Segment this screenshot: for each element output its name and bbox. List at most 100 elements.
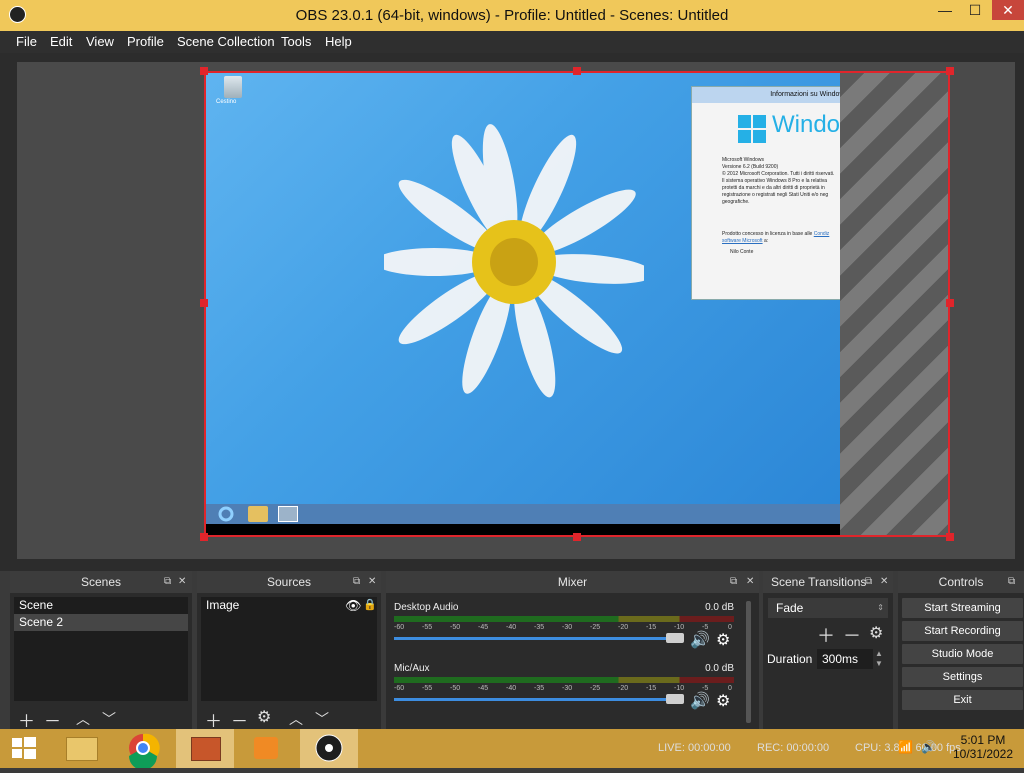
minimize-button[interactable]: —	[930, 0, 960, 20]
chrome-icon	[129, 733, 160, 770]
volume-slider-knob[interactable]	[666, 694, 684, 704]
scenes-panel: Scenes ⧉ ✕ Scene Scene 2 ＋ － ︿ ﹀	[10, 571, 192, 731]
meter-tick: -55	[422, 624, 433, 631]
studio-mode-button[interactable]: Studio Mode	[902, 644, 1023, 664]
panel-close-icon[interactable]: ✕	[880, 571, 888, 593]
folder-icon	[66, 737, 98, 761]
speaker-icon[interactable]: 🔊	[690, 691, 710, 711]
source-item[interactable]: Image 👁 🔒	[201, 597, 377, 614]
obs-icon	[315, 734, 343, 762]
title-bar: OBS 23.0.1 (64-bit, windows) - Profile: …	[0, 0, 1024, 31]
scene-item[interactable]: Scene	[14, 597, 188, 614]
mixer-scrollbar[interactable]	[746, 601, 751, 723]
speaker-icon[interactable]: 🔊	[690, 630, 710, 650]
undock-icon[interactable]: ⧉	[353, 571, 360, 593]
menu-help[interactable]: Help	[325, 34, 352, 49]
visibility-eye-icon[interactable]: 👁	[345, 597, 362, 614]
sources-panel: Sources ⧉ ✕ Image 👁 🔒 ＋ － ⚙ ︿ ﹀	[197, 571, 381, 731]
meter-tick: -10	[674, 624, 685, 631]
settings-button[interactable]: Settings	[902, 667, 1023, 687]
taskbar-obs[interactable]	[300, 729, 358, 768]
audio-settings-gear-icon[interactable]: ⚙	[716, 630, 730, 650]
duration-input[interactable]: 300ms	[817, 649, 873, 669]
move-up-icon[interactable]: ︿	[289, 709, 303, 729]
start-streaming-button[interactable]: Start Streaming	[902, 598, 1023, 618]
meter-tick: -50	[450, 685, 461, 692]
add-transition-icon[interactable]: ＋	[817, 622, 835, 648]
play-icon	[254, 737, 278, 759]
taskbar-media-app[interactable]	[176, 729, 234, 768]
clock-time: 5:01 PM	[960, 733, 1006, 747]
remove-transition-icon[interactable]: －	[843, 622, 861, 648]
lock-icon[interactable]: 🔒	[363, 597, 377, 614]
mixer-panel: Mixer ⧉ ✕ Desktop Audio 0.0 dB -60 -55 -…	[386, 571, 759, 729]
start-recording-button[interactable]: Start Recording	[902, 621, 1023, 641]
volume-tray-icon[interactable]: 🔊	[921, 740, 936, 754]
meter-tick: -20	[618, 685, 629, 692]
scenes-list: Scene Scene 2	[14, 597, 188, 701]
taskbar-player[interactable]	[238, 729, 296, 768]
system-clock[interactable]: 5:01 PM 10/31/2022	[950, 733, 1016, 761]
meter-tick: -60	[394, 624, 405, 631]
menu-tools[interactable]: Tools	[281, 34, 311, 49]
volume-slider-knob[interactable]	[666, 633, 684, 643]
resize-handle-left[interactable]	[200, 299, 208, 307]
resize-handle-bottom[interactable]	[573, 533, 581, 541]
volume-slider[interactable]	[394, 633, 684, 643]
meter-tick: -55	[422, 685, 433, 692]
menu-file[interactable]: File	[16, 34, 37, 49]
duration-stepper-icon[interactable]: ▲ ▼	[875, 649, 883, 669]
resize-handle-top-left[interactable]	[200, 67, 208, 75]
undock-icon[interactable]: ⧉	[865, 571, 872, 593]
resize-handle-right[interactable]	[946, 299, 954, 307]
start-button[interactable]	[0, 729, 48, 768]
exit-button[interactable]: Exit	[902, 690, 1023, 710]
source-selection-frame[interactable]	[204, 71, 950, 537]
menu-profile[interactable]: Profile	[127, 34, 164, 49]
move-up-icon[interactable]: ︿	[76, 709, 90, 729]
panel-close-icon[interactable]: ✕	[178, 571, 186, 593]
clock-date: 10/31/2022	[952, 747, 1014, 761]
menu-edit[interactable]: Edit	[50, 34, 72, 49]
volume-slider[interactable]	[394, 694, 684, 704]
sources-list: Image 👁 🔒	[201, 597, 377, 701]
undock-icon[interactable]: ⧉	[730, 571, 737, 593]
meter-tick: -35	[534, 685, 545, 692]
transition-properties-gear-icon[interactable]: ⚙	[869, 623, 883, 643]
window-title: OBS 23.0.1 (64-bit, windows) - Profile: …	[295, 7, 729, 24]
taskbar-chrome[interactable]	[114, 729, 172, 770]
maximize-button[interactable]: ☐	[960, 0, 990, 20]
meter-tick: -30	[562, 624, 573, 631]
meter-tick: -15	[646, 685, 657, 692]
meter-tick: -60	[394, 685, 405, 692]
meter-tick: -10	[674, 685, 685, 692]
select-arrows-icon: ⇕	[877, 603, 884, 612]
move-down-icon[interactable]: ﹀	[102, 709, 116, 729]
undock-icon[interactable]: ⧉	[1008, 571, 1015, 593]
move-down-icon[interactable]: ﹀	[315, 709, 329, 729]
volume-meter	[394, 616, 734, 622]
channel-level: 0.0 dB	[705, 602, 734, 613]
resize-handle-bottom-left[interactable]	[200, 533, 208, 541]
network-icon[interactable]: 📶	[898, 740, 913, 754]
source-properties-gear-icon[interactable]: ⚙	[257, 707, 271, 727]
meter-tick: -20	[618, 624, 629, 631]
transitions-panel-title: Scene Transitions	[763, 571, 893, 593]
meter-tick: -40	[506, 624, 517, 631]
resize-handle-bottom-right[interactable]	[946, 533, 954, 541]
panel-close-icon[interactable]: ✕	[746, 571, 754, 593]
transition-select[interactable]: Fade ⇕	[768, 598, 888, 618]
meter-tick: -40	[506, 685, 517, 692]
audio-settings-gear-icon[interactable]: ⚙	[716, 691, 730, 711]
resize-handle-top-right[interactable]	[946, 67, 954, 75]
taskbar-file-explorer[interactable]	[52, 729, 110, 768]
windows-start-icon	[12, 737, 36, 759]
panel-close-icon[interactable]: ✕	[368, 571, 376, 593]
resize-handle-top[interactable]	[573, 67, 581, 75]
duration-value: 300ms	[822, 652, 859, 666]
menu-view[interactable]: View	[86, 34, 114, 49]
scene-item-selected[interactable]: Scene 2	[14, 614, 188, 631]
menu-scene-collection[interactable]: Scene Collection	[177, 34, 275, 49]
close-button[interactable]: ✕	[992, 0, 1024, 20]
undock-icon[interactable]: ⧉	[164, 571, 171, 593]
